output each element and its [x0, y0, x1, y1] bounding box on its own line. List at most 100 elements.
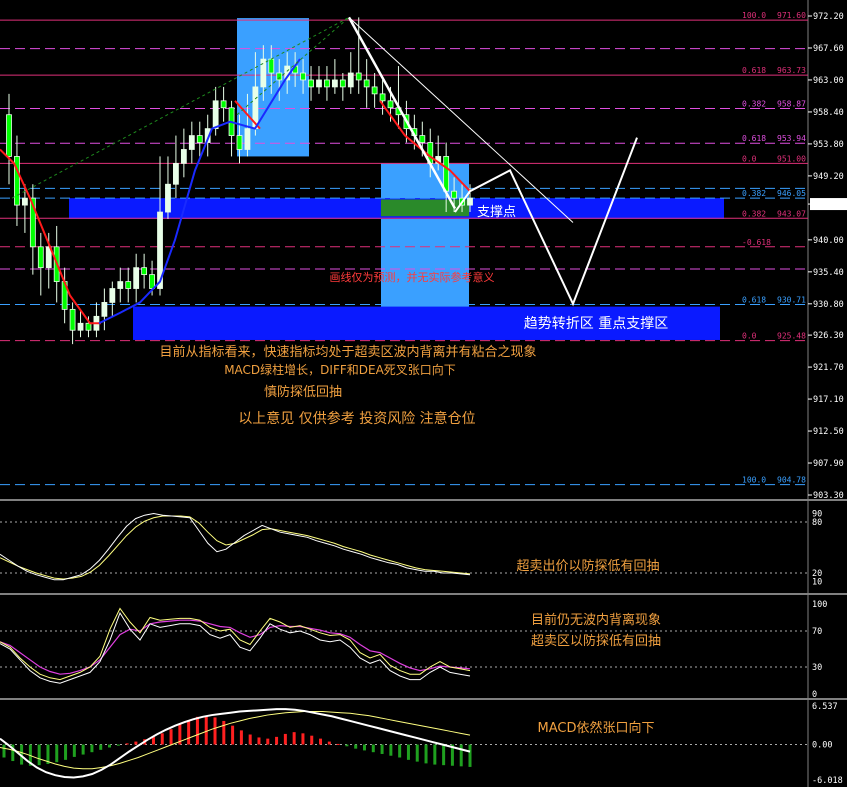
macd-histogram-bar — [187, 720, 191, 745]
macd-histogram-bar — [72, 744, 76, 757]
commentary-line-3: 慎防探低回抽 — [264, 384, 342, 400]
price-tick-label: 958.40 — [813, 108, 844, 118]
macd-histogram-bar — [292, 732, 296, 745]
fib-ratio-label: 0.0 — [742, 332, 757, 341]
candle-body — [149, 274, 155, 289]
candle-body — [324, 79, 330, 88]
macd-histogram-bar — [433, 744, 437, 765]
price-tick-label: 967.60 — [813, 44, 844, 54]
commentary-line-1: 目前从指标看来，快速指标均处于超卖区波内背离并有粘合之现象 — [159, 344, 536, 360]
oscillator-comment-line-1: 目前仍无波内背离现象 — [531, 612, 661, 628]
candle-body — [188, 135, 195, 150]
candle-body — [69, 308, 76, 331]
candle-body — [101, 302, 108, 317]
price-tick-label: 917.10 — [813, 395, 844, 405]
candle-body — [331, 79, 338, 88]
macd-comment: MACD依然张口向下 — [538, 720, 655, 736]
fib-ratio-label: 0.0 — [742, 154, 757, 163]
candle-body — [387, 100, 394, 109]
macd-histogram-bar — [380, 744, 384, 754]
macd-histogram-bar — [222, 720, 226, 745]
price-tick-label: 953.80 — [813, 140, 844, 150]
macd-histogram-bar — [345, 744, 349, 747]
fib-price-label: 946.05 — [777, 189, 806, 198]
panel-separator — [0, 698, 847, 700]
candle-body — [212, 100, 219, 130]
oscillator-comment-line-2: 超卖区以防探低有回抽 — [531, 633, 661, 649]
fib-ratio-label: 0.618 — [742, 66, 766, 75]
price-tick-label: 907.90 — [813, 459, 844, 469]
macd-histogram-bar — [195, 716, 199, 745]
candle-body — [467, 197, 473, 206]
candle-body — [141, 267, 148, 276]
macd-histogram-bar — [160, 733, 164, 745]
macd-histogram-bar — [2, 744, 6, 758]
macd-histogram-bar — [389, 744, 393, 756]
candle-body — [347, 72, 354, 88]
fib-ratio-label: 100.0 — [742, 11, 766, 20]
candle-body — [260, 58, 267, 88]
candle-body — [77, 322, 84, 331]
fib-price-label: 930.71 — [777, 296, 806, 305]
panel-separator — [0, 499, 847, 501]
fib-price-label: 925.48 — [777, 332, 806, 341]
candle-body — [173, 162, 179, 185]
fib-ratio-label: -0.618 — [742, 238, 771, 247]
panel-tick-label: 80 — [812, 518, 822, 528]
commentary-line-4: 以上意见 仅供参考 投资风险 注意仓位 — [238, 410, 475, 427]
panel-tick-label: 0.00 — [812, 741, 832, 751]
price-tick-label: 930.80 — [813, 300, 844, 310]
price-tick-label: 903.30 — [813, 491, 844, 501]
candle-body — [371, 86, 378, 95]
macd-histogram-bar — [442, 744, 446, 766]
fib-ratio-label: 100.0 — [742, 476, 766, 485]
fib-price-label: 904.78 — [777, 476, 806, 485]
candle-body — [379, 93, 386, 102]
panel-tick-label: 0 — [812, 690, 817, 700]
macd-histogram-bar — [64, 744, 68, 760]
fib-ratio-label: 0.382 — [742, 189, 766, 198]
candle-body — [300, 72, 306, 81]
trend-reversal-zone-label: 趋势转折区 重点支撑区 — [524, 316, 668, 332]
macd-histogram-bar — [248, 734, 252, 745]
price-tick-label: 940.00 — [813, 236, 844, 246]
macd-histogram-bar — [371, 744, 375, 753]
macd-histogram-bar — [275, 736, 279, 745]
macd-histogram-bar — [336, 743, 340, 745]
candle-body — [339, 79, 346, 88]
panel-separator — [0, 593, 847, 595]
fib-price-label: 963.73 — [777, 66, 806, 75]
price-tick-label: 921.70 — [813, 363, 844, 373]
current-price-label: 945.15 — [812, 200, 843, 210]
fib-ratio-label: 0.382 — [742, 209, 766, 218]
macd-histogram-bar — [125, 743, 129, 745]
support-point-label: 支撑点 — [477, 205, 516, 220]
macd-histogram-bar — [169, 729, 173, 745]
candle-body — [308, 79, 314, 88]
candle-body — [244, 128, 251, 150]
macd-histogram-bar — [108, 744, 112, 748]
candle-body — [419, 135, 426, 143]
candle-body — [316, 79, 322, 88]
macd-histogram-bar — [116, 744, 120, 746]
macd-histogram-bar — [301, 733, 305, 745]
macd-histogram-bar — [398, 744, 402, 758]
candle-body — [85, 322, 92, 331]
macd-histogram-bar — [266, 738, 270, 745]
chart-canvas: 100.0 971.600.618 963.730.382 958.870.618 95… — [0, 0, 847, 787]
candle-body — [355, 72, 362, 81]
candle-body — [443, 156, 450, 192]
candle-body — [363, 79, 370, 88]
macd-histogram-bar — [257, 737, 261, 745]
macd-histogram-bar — [204, 715, 208, 745]
candle-body — [268, 58, 275, 74]
panel-tick-label: 70 — [812, 627, 822, 637]
price-tick-label: 935.40 — [813, 268, 844, 278]
fib-ratio-label: 0.618 — [742, 296, 766, 305]
macd-histogram-bar — [415, 744, 419, 762]
macd-histogram-bar — [37, 744, 41, 766]
macd-histogram-bar — [362, 744, 366, 751]
macd-histogram-bar — [406, 744, 410, 760]
projection-disclaimer: 画线仅为预测，并无实际参考意义 — [330, 270, 495, 284]
macd-histogram-bar — [327, 741, 331, 745]
